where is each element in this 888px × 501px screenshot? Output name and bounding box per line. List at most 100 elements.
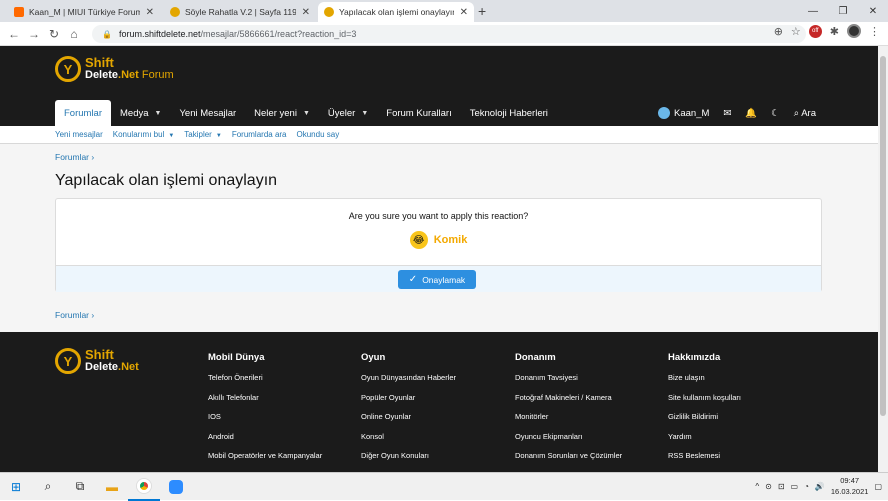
footer-link[interactable]: Oyun Dünyasından Haberler [361, 373, 456, 393]
tab-title: Söyle Rahatla V.2 | Sayfa 119 | Sh [185, 7, 296, 17]
footer-link[interactable]: Fotoğraf Makineleri / Kamera [515, 393, 622, 413]
file-explorer-icon[interactable]: ▬ [96, 473, 128, 501]
footer-link[interactable]: Bize ulaşın [668, 373, 741, 393]
windows-start-icon[interactable]: ⊞ [0, 473, 32, 501]
footer-link[interactable]: Oyuncu Ekipmanları [515, 432, 622, 452]
close-tab-icon[interactable]: ✕ [146, 7, 154, 18]
notifications-icon[interactable]: ▢ [874, 482, 882, 491]
footer-link[interactable]: Donanım Sorunları ve Çözümler [515, 451, 622, 471]
nav-teknoloji-haberleri[interactable]: Teknoloji Haberleri [461, 100, 557, 126]
tray-app-icon[interactable]: ⊙ [765, 482, 772, 491]
main-nav: Forumlar Medya ▼ Yeni Mesajlar Neler yeni… [55, 100, 557, 126]
scrollbar-thumb[interactable] [880, 56, 886, 416]
footer-link[interactable]: Donanım Tavsiyesi [515, 373, 622, 393]
footer-link[interactable]: IOS [208, 412, 322, 432]
wifi-icon[interactable]: ◔ [804, 482, 809, 491]
extensions-puzzle-icon[interactable]: ✱ [830, 25, 839, 38]
footer-link[interactable]: RSS Beslemesi [668, 451, 741, 471]
chevron-right-icon: › [91, 152, 95, 162]
footer-link[interactable]: Android [208, 432, 322, 452]
footer-link[interactable]: Site kullanım koşulları [668, 393, 741, 413]
footer-link[interactable]: Diğer Oyun Konuları [361, 451, 456, 471]
chevron-down-icon[interactable]: ▼ [155, 110, 162, 117]
browser-toolbar: ← → ↻ ⌂ 🔒 forum.shiftdelete.net/mesajlar… [0, 22, 888, 46]
account-link[interactable]: Kaan_M [658, 107, 709, 119]
footer-link[interactable]: Yardım [668, 432, 741, 452]
restore-icon[interactable]: ❐ [828, 0, 858, 22]
browser-menu-icon[interactable]: ⋮ [869, 25, 880, 38]
zoom-icon[interactable] [160, 473, 192, 501]
main-content: Forumlar › Yapılacak olan işlemi onaylay… [0, 144, 878, 332]
chrome-icon[interactable] [128, 473, 160, 501]
nav-forumlar[interactable]: Forumlar [55, 100, 112, 126]
shiftdelete-favicon-icon [170, 7, 180, 17]
nav-yeni-mesajlar[interactable]: Yeni Mesajlar [170, 100, 245, 126]
adblock-extension-icon[interactable]: off [808, 24, 822, 38]
footer-link[interactable]: Monitörler [515, 412, 622, 432]
forward-icon[interactable]: → [24, 27, 44, 41]
nav-forum-kurallari[interactable]: Forum Kuralları [377, 100, 460, 126]
bookmark-star-icon[interactable]: ☆ [791, 25, 801, 38]
browser-tab-1[interactable]: Kaan_M | MIUI Türkiye Forumu ✕ [8, 2, 160, 22]
nav-medya[interactable]: Medya ▼ [111, 100, 170, 126]
sub-nav: Yeni mesajlar Konularımı bul ▼ Takipler ▼ … [0, 126, 878, 144]
new-tab-icon[interactable]: + [478, 3, 486, 19]
chevron-down-icon[interactable]: ▼ [303, 110, 310, 117]
site-logo[interactable]: Y Shift Delete.Net Forum [55, 56, 174, 82]
reload-icon[interactable]: ↻ [44, 27, 64, 41]
tray-app-icon-2[interactable]: ⊡ [778, 482, 785, 491]
search-icon[interactable]: ⌕ [32, 473, 64, 501]
volume-icon[interactable]: 🔊 [815, 482, 825, 491]
footer-link[interactable]: Online Oyunlar [361, 412, 456, 432]
clock[interactable]: 09:47 16.03.2021 [831, 475, 869, 497]
address-bar[interactable]: 🔒 forum.shiftdelete.net/mesajlar/5866661… [92, 25, 806, 43]
moon-icon[interactable]: ☾ [771, 108, 780, 119]
chevron-down-icon[interactable]: ▼ [216, 133, 222, 139]
footer-col-donanim: Donanım Donanım Tavsiyesi Fotoğraf Makin… [515, 352, 622, 471]
subnav-konularimi-bul[interactable]: Konularımı bul ▼ [113, 130, 175, 139]
footer-link[interactable]: Gizlilik Bildirimi [668, 412, 741, 432]
close-tab-icon[interactable]: ✕ [460, 7, 468, 18]
subnav-okundu-say[interactable]: Okundu say [297, 130, 340, 139]
battery-icon[interactable]: ▭ [791, 482, 799, 491]
lock-icon: 🔒 [102, 29, 112, 39]
footer-link[interactable]: Mobil Operatörler ve Kampanyalar [208, 451, 322, 471]
home-icon[interactable]: ⌂ [64, 27, 84, 41]
breadcrumb-top[interactable]: Forumlar › [55, 152, 94, 162]
footer-link[interactable]: Popüler Oyunlar [361, 393, 456, 413]
chevron-down-icon[interactable]: ▼ [168, 133, 174, 139]
footer-col-title: Mobil Dünya [208, 352, 265, 363]
window-close-icon[interactable]: ✕ [858, 0, 888, 22]
subnav-forumlarda-ara[interactable]: Forumlarda ara [232, 130, 287, 139]
shiftdelete-favicon-icon [324, 7, 334, 17]
page-scrollbar[interactable] [878, 46, 888, 472]
footer-link[interactable]: Akıllı Telefonlar [208, 393, 322, 413]
nav-uyeler[interactable]: Üyeler ▼ [319, 100, 377, 126]
footer-col-oyun: Oyun Oyun Dünyasından Haberler Popüler O… [361, 352, 456, 471]
inbox-icon[interactable]: ✉ [723, 108, 731, 119]
footer-logo[interactable]: Y Shift Delete.Net [55, 348, 139, 374]
back-icon[interactable]: ← [4, 27, 24, 41]
task-view-icon[interactable]: ⧉ [64, 473, 96, 501]
subnav-takipler[interactable]: Takipler ▼ [184, 130, 222, 139]
profile-avatar[interactable] [847, 24, 861, 38]
chevron-down-icon[interactable]: ▼ [361, 110, 368, 117]
close-tab-icon[interactable]: ✕ [302, 7, 310, 18]
chevron-right-icon: › [91, 310, 95, 320]
footer-link[interactable]: Konsol [361, 432, 456, 452]
minimize-icon[interactable]: — [798, 0, 828, 22]
subnav-yeni-mesajlar[interactable]: Yeni mesajlar [55, 130, 103, 139]
browser-tab-3-active[interactable]: Yapılacak olan işlemi onaylayın | S ✕ [318, 2, 474, 22]
browser-tab-2[interactable]: Söyle Rahatla V.2 | Sayfa 119 | Sh ✕ [164, 2, 316, 22]
search-link[interactable]: ⌕ Ara [794, 108, 816, 119]
nav-neler-yeni[interactable]: Neler yeni ▼ [245, 100, 319, 126]
install-app-icon[interactable]: ⊕ [774, 25, 783, 38]
bell-icon[interactable]: 🔔 [745, 108, 757, 119]
logo-mark-icon: Y [55, 348, 81, 374]
windows-taskbar: ⊞ ⌕ ⧉ ▬ ^ ⊙ ⊡ ▭ ◔ 🔊 09:47 16.03.2021 ▢ [0, 472, 888, 501]
breadcrumb-bottom[interactable]: Forumlar › [55, 310, 94, 320]
user-avatar [658, 107, 671, 119]
footer-link[interactable]: Telefon Önerileri [208, 373, 322, 393]
confirm-button[interactable]: ✓ Onaylamak [398, 270, 476, 289]
show-hidden-icons-icon[interactable]: ^ [755, 482, 759, 491]
